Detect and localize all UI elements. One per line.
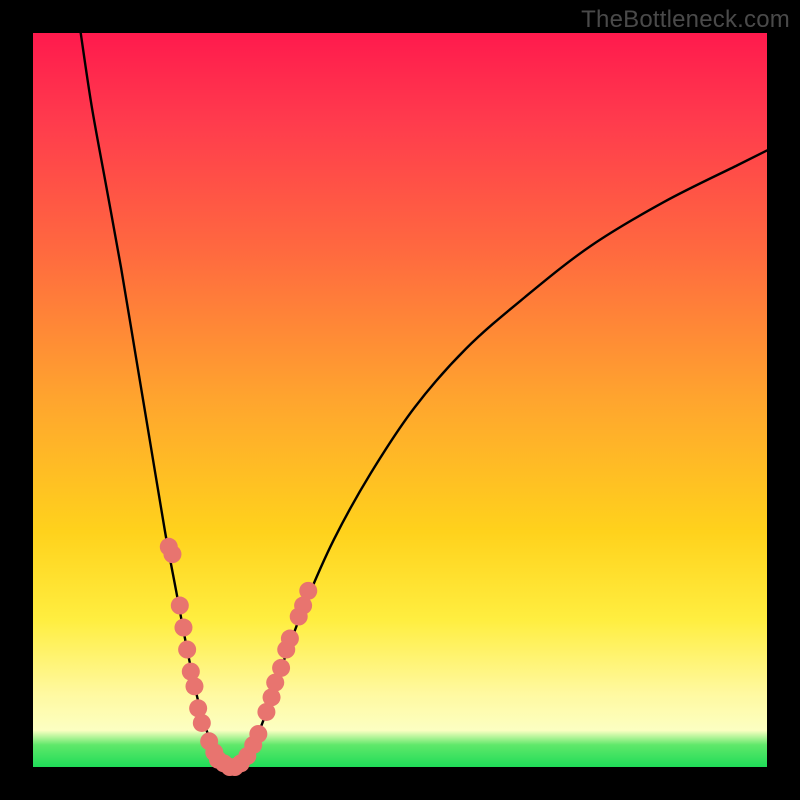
scatter-dot xyxy=(249,725,267,743)
scatter-dot xyxy=(178,641,196,659)
scatter-dot xyxy=(299,582,317,600)
scatter-dots xyxy=(160,538,317,776)
scatter-dot xyxy=(272,659,290,677)
chart-frame: TheBottleneck.com xyxy=(0,0,800,800)
scatter-dot xyxy=(171,597,189,615)
scatter-dot xyxy=(185,677,203,695)
scatter-dot xyxy=(174,619,192,637)
scatter-dot xyxy=(163,545,181,563)
watermark-text: TheBottleneck.com xyxy=(581,6,790,34)
plot-area xyxy=(33,33,767,767)
scatter-dot xyxy=(281,630,299,648)
scatter-dot xyxy=(193,714,211,732)
chart-svg xyxy=(33,33,767,767)
